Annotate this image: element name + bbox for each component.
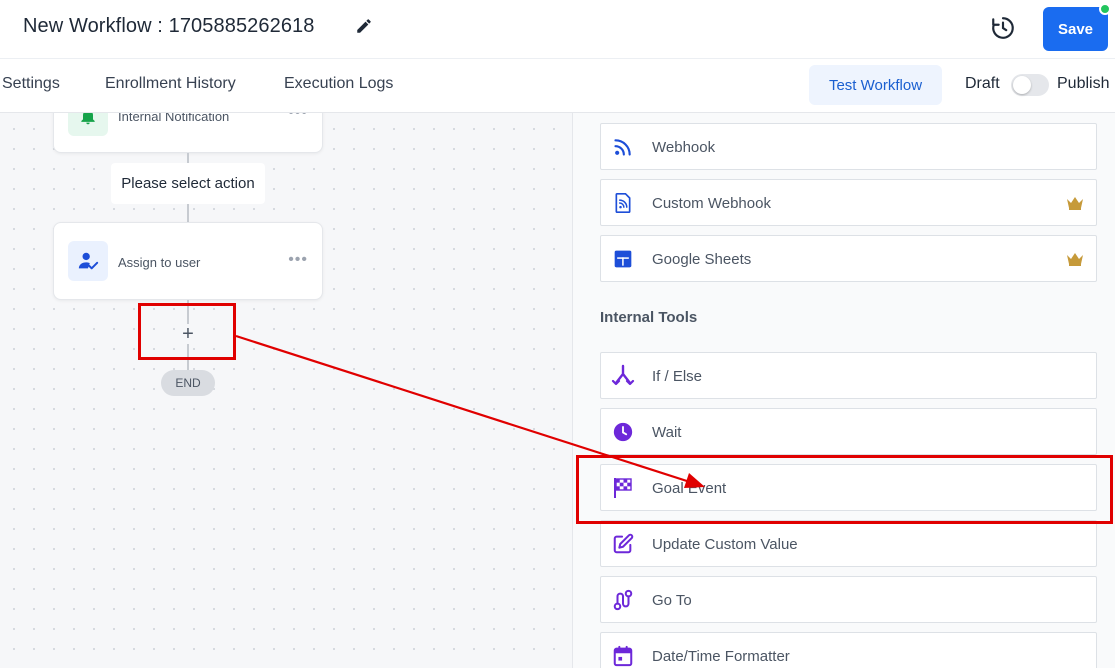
internal-tools-heading: Internal Tools — [600, 309, 698, 326]
action-label: Custom Webhook — [652, 195, 771, 212]
tab-bar: Settings Enrollment History Execution Lo… — [0, 59, 1115, 113]
tab-settings[interactable]: Settings — [2, 75, 60, 93]
action-wait[interactable]: Wait — [600, 408, 1097, 455]
connector-line — [187, 204, 189, 222]
publish-toggle[interactable] — [1011, 74, 1049, 96]
user-check-icon — [68, 241, 108, 281]
workflow-title: New Workflow : 1705885262618 — [23, 15, 315, 37]
node-label: Internal Notification — [118, 113, 230, 124]
action-label: Go To — [652, 592, 692, 609]
toggle-knob — [1013, 76, 1031, 94]
bell-icon — [68, 113, 108, 136]
end-badge: END — [161, 370, 215, 396]
publish-label: Publish — [1057, 75, 1110, 92]
calendar-icon — [611, 644, 635, 668]
edit-square-icon — [611, 532, 635, 556]
actions-panel: Webhook Custom Webhook Google Sheets Int… — [572, 113, 1115, 668]
crown-icon — [1067, 253, 1083, 266]
draft-label: Draft — [965, 75, 1000, 92]
file-rss-icon — [611, 191, 635, 215]
workflow-header: New Workflow : 1705885262618 Save — [0, 0, 1115, 59]
action-google-sheets[interactable]: Google Sheets — [600, 235, 1097, 282]
more-options-icon[interactable]: ••• — [288, 113, 308, 122]
highlight-box-goal-event — [576, 455, 1113, 524]
action-custom-webhook[interactable]: Custom Webhook — [600, 179, 1097, 226]
action-label: If / Else — [652, 368, 703, 385]
route-icon — [611, 588, 635, 612]
action-label: Wait — [652, 424, 682, 441]
select-action-placeholder[interactable]: Please select action — [111, 163, 265, 204]
sheets-icon — [611, 247, 635, 271]
save-button[interactable]: Save — [1043, 7, 1108, 51]
tab-enrollment-history[interactable]: Enrollment History — [105, 75, 236, 93]
clock-icon — [611, 420, 635, 444]
action-if-else[interactable]: If / Else — [600, 352, 1097, 399]
action-go-to[interactable]: Go To — [600, 576, 1097, 623]
action-label: Google Sheets — [652, 251, 752, 268]
node-label: Assign to user — [118, 255, 201, 270]
action-date-time-formatter[interactable]: Date/Time Formatter — [600, 632, 1097, 668]
action-label: Date/Time Formatter — [652, 648, 790, 665]
action-label: Webhook — [652, 139, 716, 156]
history-icon[interactable] — [990, 15, 1016, 41]
action-update-custom-value[interactable]: Update Custom Value — [600, 520, 1097, 567]
more-options-icon[interactable]: ••• — [288, 251, 308, 269]
node-assign-to-user[interactable]: Assign to user ••• — [53, 222, 323, 300]
workflow-canvas[interactable]: Internal Notification ••• Please select … — [0, 113, 572, 668]
crown-icon — [1067, 197, 1083, 210]
action-label: Update Custom Value — [652, 536, 798, 553]
action-webhook[interactable]: Webhook — [600, 123, 1097, 170]
highlight-box-add-button — [138, 303, 236, 360]
status-dot — [1099, 3, 1111, 15]
node-internal-notification[interactable]: Internal Notification ••• — [53, 113, 323, 153]
rss-icon — [611, 135, 635, 159]
tab-execution-logs[interactable]: Execution Logs — [284, 75, 393, 93]
test-workflow-button[interactable]: Test Workflow — [809, 65, 942, 105]
connector-line — [187, 153, 189, 163]
split-icon — [611, 364, 635, 388]
pencil-icon[interactable] — [355, 17, 373, 35]
